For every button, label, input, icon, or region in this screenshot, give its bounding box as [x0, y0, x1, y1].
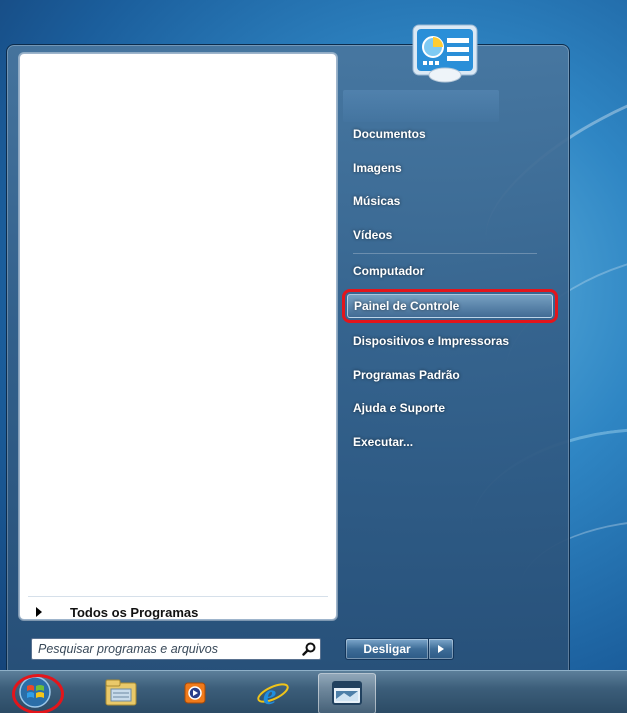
menu-item-label: Músicas [353, 194, 401, 208]
taskbar-internet-explorer-button[interactable]: e [246, 673, 300, 712]
menu-item-label: Executar... [353, 435, 414, 449]
shutdown-options-button[interactable] [429, 638, 454, 660]
search-box[interactable] [31, 638, 321, 660]
menu-item-painel-de-controle[interactable]: Painel de Controle [342, 289, 558, 323]
triangle-right-icon [36, 607, 42, 617]
all-programs-label: Todos os Programas [70, 604, 199, 620]
menu-item-label: Ajuda e Suporte [353, 401, 446, 415]
taskbar-media-player-button[interactable] [168, 673, 222, 712]
programs-pane: Todos os Programas [19, 53, 337, 620]
all-programs-button[interactable]: Todos os Programas [20, 602, 336, 622]
menu-item-documentos[interactable]: Documentos [347, 122, 553, 146]
taskbar: e [0, 670, 627, 713]
menu-item-label: Imagens [353, 161, 402, 175]
play-arrow-icon [438, 645, 444, 653]
user-name-area[interactable] [343, 90, 499, 122]
taskbar-explorer-button[interactable] [94, 673, 148, 712]
shutdown-label: Desligar [363, 642, 411, 656]
control-panel-window-icon [332, 680, 362, 705]
menu-item-label: Dispositivos e Impressoras [353, 334, 510, 348]
menu-item-programas-padrao[interactable]: Programas Padrão [347, 363, 553, 387]
taskbar-control-panel-button[interactable] [318, 673, 376, 713]
desktop-background: Todos os Programas Documentos Imagens Mú… [0, 0, 627, 713]
search-icon[interactable] [298, 640, 320, 658]
menu-item-musicas[interactable]: Músicas [347, 189, 553, 213]
internet-explorer-icon: e [257, 678, 289, 710]
start-menu: Todos os Programas Documentos Imagens Mú… [6, 24, 570, 672]
divider [353, 253, 537, 254]
menu-item-label: Vídeos [353, 228, 393, 242]
menu-item-label: Computador [353, 264, 425, 278]
shutdown-button[interactable]: Desligar [345, 638, 429, 660]
menu-item-label: Painel de Controle [354, 299, 460, 313]
svg-text:e: e [263, 678, 276, 710]
start-button[interactable] [12, 674, 64, 713]
media-player-icon [184, 682, 206, 703]
menu-item-label: Documentos [353, 127, 426, 141]
divider [28, 596, 328, 597]
windows-explorer-icon [105, 679, 137, 705]
menu-item-computador[interactable]: Computador [347, 259, 553, 283]
user-picture-icon[interactable] [411, 23, 481, 83]
menu-item-ajuda-e-suporte[interactable]: Ajuda e Suporte [347, 396, 553, 420]
menu-item-dispositivos-e-impressoras[interactable]: Dispositivos e Impressoras [347, 329, 553, 353]
menu-item-label: Programas Padrão [353, 368, 460, 382]
menu-item-executar[interactable]: Executar... [347, 430, 553, 454]
search-input[interactable] [32, 640, 298, 658]
menu-item-imagens[interactable]: Imagens [347, 156, 553, 180]
menu-item-videos[interactable]: Vídeos [347, 223, 553, 247]
shutdown-group: Desligar [345, 638, 454, 660]
highlight-ring [12, 674, 64, 713]
